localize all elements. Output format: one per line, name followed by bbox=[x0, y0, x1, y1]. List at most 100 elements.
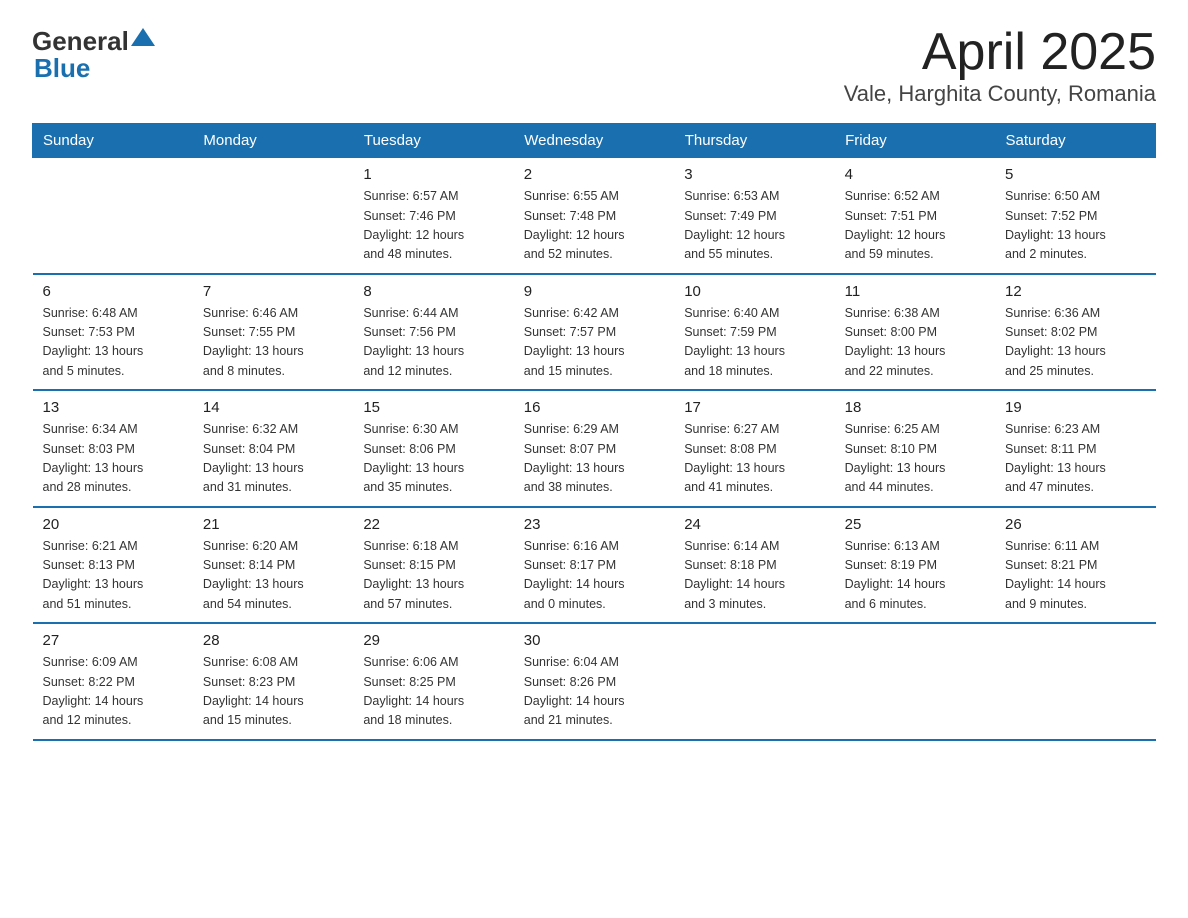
calendar-cell bbox=[674, 623, 834, 740]
calendar-cell bbox=[995, 623, 1155, 740]
calendar-cell: 9 Sunrise: 6:42 AMSunset: 7:57 PMDaylight… bbox=[514, 274, 674, 391]
calendar-cell: 19 Sunrise: 6:23 AMSunset: 8:11 PMDayligh… bbox=[995, 390, 1155, 507]
calendar-cell: 22 Sunrise: 6:18 AMSunset: 8:15 PMDayligh… bbox=[353, 507, 513, 624]
calendar-cell: 14 Sunrise: 6:32 AMSunset: 8:04 PMDayligh… bbox=[193, 390, 353, 507]
day-info: Sunrise: 6:30 AMSunset: 8:06 PMDaylight:… bbox=[363, 420, 503, 498]
day-info: Sunrise: 6:27 AMSunset: 8:08 PMDaylight:… bbox=[684, 420, 824, 498]
day-info: Sunrise: 6:32 AMSunset: 8:04 PMDaylight:… bbox=[203, 420, 343, 498]
day-number: 29 bbox=[363, 632, 503, 649]
day-info: Sunrise: 6:48 AMSunset: 7:53 PMDaylight:… bbox=[43, 304, 183, 382]
day-number: 10 bbox=[684, 283, 824, 300]
calendar-cell: 8Sunrise: 6:44 AMSunset: 7:56 PMDaylight… bbox=[353, 274, 513, 391]
day-number: 12 bbox=[1005, 283, 1145, 300]
calendar-week-4: 20 Sunrise: 6:21 AMSunset: 8:13 PMDayligh… bbox=[33, 507, 1156, 624]
day-number: 14 bbox=[203, 399, 343, 416]
calendar-cell: 7 Sunrise: 6:46 AMSunset: 7:55 PMDaylight… bbox=[193, 274, 353, 391]
day-info: Sunrise: 6:34 AMSunset: 8:03 PMDaylight:… bbox=[43, 420, 183, 498]
calendar-cell: 18Sunrise: 6:25 AMSunset: 8:10 PMDayligh… bbox=[835, 390, 995, 507]
day-info: Sunrise: 6:16 AMSunset: 8:17 PMDaylight:… bbox=[524, 537, 664, 615]
calendar-cell: 21Sunrise: 6:20 AMSunset: 8:14 PMDayligh… bbox=[193, 507, 353, 624]
calendar-cell: 29 Sunrise: 6:06 AMSunset: 8:25 PMDayligh… bbox=[353, 623, 513, 740]
day-info: Sunrise: 6:52 AMSunset: 7:51 PMDaylight:… bbox=[845, 187, 985, 265]
col-saturday: Saturday bbox=[995, 124, 1155, 158]
day-number: 25 bbox=[845, 516, 985, 533]
calendar-cell bbox=[193, 158, 353, 274]
calendar-cell: 17 Sunrise: 6:27 AMSunset: 8:08 PMDayligh… bbox=[674, 390, 834, 507]
logo-blue: Blue bbox=[34, 53, 90, 84]
day-number: 22 bbox=[363, 516, 503, 533]
page-header: General Blue April 2025 Vale, Harghita C… bbox=[32, 24, 1156, 107]
logo: General Blue bbox=[32, 24, 157, 84]
day-info: Sunrise: 6:40 AMSunset: 7:59 PMDaylight:… bbox=[684, 304, 824, 382]
day-info: Sunrise: 6:36 AMSunset: 8:02 PMDaylight:… bbox=[1005, 304, 1145, 382]
day-info: Sunrise: 6:06 AMSunset: 8:25 PMDaylight:… bbox=[363, 653, 503, 731]
calendar-cell: 30Sunrise: 6:04 AMSunset: 8:26 PMDayligh… bbox=[514, 623, 674, 740]
day-info: Sunrise: 6:09 AMSunset: 8:22 PMDaylight:… bbox=[43, 653, 183, 731]
calendar-subtitle: Vale, Harghita County, Romania bbox=[844, 81, 1156, 107]
calendar-cell: 1Sunrise: 6:57 AMSunset: 7:46 PMDaylight… bbox=[353, 158, 513, 274]
day-info: Sunrise: 6:23 AMSunset: 8:11 PMDaylight:… bbox=[1005, 420, 1145, 498]
day-info: Sunrise: 6:42 AMSunset: 7:57 PMDaylight:… bbox=[524, 304, 664, 382]
calendar-cell: 20 Sunrise: 6:21 AMSunset: 8:13 PMDayligh… bbox=[33, 507, 193, 624]
calendar-cell: 25 Sunrise: 6:13 AMSunset: 8:19 PMDayligh… bbox=[835, 507, 995, 624]
calendar-table: Sunday Monday Tuesday Wednesday Thursday… bbox=[32, 123, 1156, 741]
calendar-cell: 10 Sunrise: 6:40 AMSunset: 7:59 PMDayligh… bbox=[674, 274, 834, 391]
col-tuesday: Tuesday bbox=[353, 124, 513, 158]
calendar-cell: 6 Sunrise: 6:48 AMSunset: 7:53 PMDaylight… bbox=[33, 274, 193, 391]
calendar-cell: 23 Sunrise: 6:16 AMSunset: 8:17 PMDayligh… bbox=[514, 507, 674, 624]
calendar-cell: 24Sunrise: 6:14 AMSunset: 8:18 PMDayligh… bbox=[674, 507, 834, 624]
day-info: Sunrise: 6:14 AMSunset: 8:18 PMDaylight:… bbox=[684, 537, 824, 615]
calendar-cell: 13Sunrise: 6:34 AMSunset: 8:03 PMDayligh… bbox=[33, 390, 193, 507]
day-number: 20 bbox=[43, 516, 183, 533]
header-row: Sunday Monday Tuesday Wednesday Thursday… bbox=[33, 124, 1156, 158]
calendar-header: Sunday Monday Tuesday Wednesday Thursday… bbox=[33, 124, 1156, 158]
calendar-cell: 15 Sunrise: 6:30 AMSunset: 8:06 PMDayligh… bbox=[353, 390, 513, 507]
calendar-cell: 11 Sunrise: 6:38 AMSunset: 8:00 PMDayligh… bbox=[835, 274, 995, 391]
day-info: Sunrise: 6:13 AMSunset: 8:19 PMDaylight:… bbox=[845, 537, 985, 615]
day-info: Sunrise: 6:46 AMSunset: 7:55 PMDaylight:… bbox=[203, 304, 343, 382]
day-info: Sunrise: 6:53 AMSunset: 7:49 PMDaylight:… bbox=[684, 187, 824, 265]
col-thursday: Thursday bbox=[674, 124, 834, 158]
col-wednesday: Wednesday bbox=[514, 124, 674, 158]
calendar-cell: 5 Sunrise: 6:50 AMSunset: 7:52 PMDaylight… bbox=[995, 158, 1155, 274]
day-number: 1 bbox=[363, 166, 503, 183]
day-number: 19 bbox=[1005, 399, 1145, 416]
day-info: Sunrise: 6:04 AMSunset: 8:26 PMDaylight:… bbox=[524, 653, 664, 731]
day-number: 7 bbox=[203, 283, 343, 300]
day-number: 26 bbox=[1005, 516, 1145, 533]
day-info: Sunrise: 6:29 AMSunset: 8:07 PMDaylight:… bbox=[524, 420, 664, 498]
day-number: 6 bbox=[43, 283, 183, 300]
day-number: 16 bbox=[524, 399, 664, 416]
day-info: Sunrise: 6:20 AMSunset: 8:14 PMDaylight:… bbox=[203, 537, 343, 615]
day-number: 15 bbox=[363, 399, 503, 416]
day-number: 11 bbox=[845, 283, 985, 300]
day-info: Sunrise: 6:50 AMSunset: 7:52 PMDaylight:… bbox=[1005, 187, 1145, 265]
day-number: 23 bbox=[524, 516, 664, 533]
calendar-cell: 4Sunrise: 6:52 AMSunset: 7:51 PMDaylight… bbox=[835, 158, 995, 274]
day-info: Sunrise: 6:21 AMSunset: 8:13 PMDaylight:… bbox=[43, 537, 183, 615]
calendar-week-1: 1Sunrise: 6:57 AMSunset: 7:46 PMDaylight… bbox=[33, 158, 1156, 274]
calendar-cell: 28 Sunrise: 6:08 AMSunset: 8:23 PMDayligh… bbox=[193, 623, 353, 740]
calendar-cell: 3Sunrise: 6:53 AMSunset: 7:49 PMDaylight… bbox=[674, 158, 834, 274]
day-info: Sunrise: 6:18 AMSunset: 8:15 PMDaylight:… bbox=[363, 537, 503, 615]
calendar-cell: 16 Sunrise: 6:29 AMSunset: 8:07 PMDayligh… bbox=[514, 390, 674, 507]
day-number: 18 bbox=[845, 399, 985, 416]
calendar-week-5: 27 Sunrise: 6:09 AMSunset: 8:22 PMDayligh… bbox=[33, 623, 1156, 740]
day-number: 28 bbox=[203, 632, 343, 649]
day-number: 27 bbox=[43, 632, 183, 649]
day-number: 5 bbox=[1005, 166, 1145, 183]
day-info: Sunrise: 6:38 AMSunset: 8:00 PMDaylight:… bbox=[845, 304, 985, 382]
day-number: 9 bbox=[524, 283, 664, 300]
day-info: Sunrise: 6:08 AMSunset: 8:23 PMDaylight:… bbox=[203, 653, 343, 731]
col-friday: Friday bbox=[835, 124, 995, 158]
calendar-cell bbox=[835, 623, 995, 740]
calendar-cell bbox=[33, 158, 193, 274]
col-monday: Monday bbox=[193, 124, 353, 158]
calendar-week-3: 13Sunrise: 6:34 AMSunset: 8:03 PMDayligh… bbox=[33, 390, 1156, 507]
calendar-title: April 2025 bbox=[844, 24, 1156, 81]
calendar-cell: 27 Sunrise: 6:09 AMSunset: 8:22 PMDayligh… bbox=[33, 623, 193, 740]
title-block: April 2025 Vale, Harghita County, Romani… bbox=[844, 24, 1156, 107]
calendar-body: 1Sunrise: 6:57 AMSunset: 7:46 PMDaylight… bbox=[33, 158, 1156, 740]
day-number: 17 bbox=[684, 399, 824, 416]
calendar-cell: 2Sunrise: 6:55 AMSunset: 7:48 PMDaylight… bbox=[514, 158, 674, 274]
